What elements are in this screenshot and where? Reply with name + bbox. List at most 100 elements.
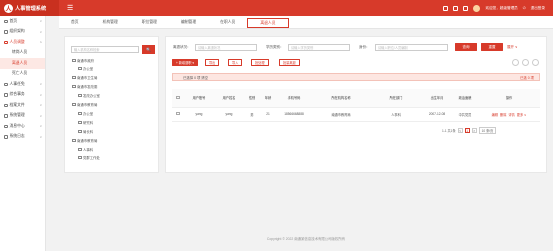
tree-node-label: 南通市政府 [77, 58, 94, 63]
power-icon[interactable]: ⏻ [523, 6, 526, 10]
chevron-icon: ∨ [39, 113, 42, 118]
fullscreen-icon[interactable] [463, 5, 469, 11]
user-greeting[interactable]: 欢迎您，超级管理员 [485, 6, 517, 11]
sidebar-item-label: 转岗人员 [12, 50, 28, 55]
tab-item[interactable]: 编制管理 [169, 16, 208, 29]
checkbox-icon[interactable] [176, 95, 180, 99]
page-number-button[interactable]: 1 [464, 128, 470, 133]
column-header: 所在机构名称 [312, 89, 370, 108]
row-action-link[interactable]: 删除 [500, 113, 506, 117]
select-all-checkbox[interactable] [172, 89, 184, 108]
sidebar-item-label: 离退人员 [12, 60, 28, 65]
app-logo: 人 [4, 3, 13, 13]
folder-icon [78, 111, 82, 115]
checkbox-icon[interactable] [176, 111, 180, 116]
tree-node-label: 办公室 [83, 67, 94, 72]
pagination-total: 1-1 共1条 [442, 129, 456, 133]
sidebar-item[interactable]: 综合事务 ∨ [0, 90, 45, 101]
table-cell: yang [184, 107, 214, 122]
tree-node[interactable]: 党群工作处 [78, 155, 100, 161]
chevron-icon: ∨ [39, 92, 42, 97]
tab-item[interactable]: 在职人员 [208, 16, 247, 29]
table-cell: 18566668888 [276, 107, 312, 122]
sidebar-item[interactable]: 组织架构 ∨ [0, 27, 45, 38]
tree-node[interactable]: 局长科 [78, 128, 93, 134]
message-icon[interactable] [453, 5, 459, 11]
tree-node-label: 南通市教育局 [77, 138, 98, 143]
sidebar-item[interactable]: 死亡人员 [0, 69, 45, 80]
chevron-icon: ∨ [39, 29, 42, 34]
column-header: 性别 [244, 89, 260, 108]
row-action-link[interactable]: 编辑 [492, 113, 498, 117]
refresh-icon[interactable] [512, 59, 519, 66]
batch-retire-button[interactable]: 批量离退 [279, 59, 300, 66]
filter-id-input[interactable]: 请输入职位/人员编制 [375, 44, 448, 51]
filter-edu-input[interactable]: 请输入学历类别 [288, 44, 350, 51]
logout-link[interactable]: 退出登录 [531, 6, 545, 11]
menu-icon [4, 82, 8, 86]
sidebar-item-label: 死亡人员 [12, 71, 28, 76]
tree-node-label: 办公室 [83, 111, 94, 116]
tree-node-label: 南通市发改委 [77, 85, 98, 90]
batch-process-button[interactable]: 批处理 [251, 59, 269, 66]
sidebar-item[interactable]: 档案文件 ∨ [0, 100, 45, 111]
filter-status-input[interactable]: 请输入离退状况 [195, 44, 257, 51]
tree-node[interactable]: 南通市教育局 [72, 137, 97, 143]
tree-node[interactable]: 南通市政府 [72, 57, 94, 63]
sidebar-item-label: 人事任免 [9, 81, 25, 86]
selection-clear-link[interactable]: 已选 0 项 [520, 75, 534, 80]
tree-node-label: 人事科 [83, 147, 94, 152]
columns-icon[interactable] [522, 59, 529, 66]
menu-toggle-icon[interactable]: ☰ [67, 4, 73, 12]
sidebar-item[interactable]: 转岗人员 [0, 48, 45, 59]
row-action-link[interactable]: 更多 ∨ [517, 113, 527, 117]
sidebar-item[interactable]: 系统管理 ∨ [0, 111, 45, 122]
org-search-input[interactable]: 输入机构名称检索 [71, 46, 139, 53]
sidebar-item[interactable]: 系统日志 ∨ [0, 132, 45, 143]
bell-icon[interactable] [443, 5, 449, 11]
sidebar-item-label: 首页 [9, 18, 18, 23]
tab-item[interactable]: 机构管理 [91, 16, 130, 29]
tree-node[interactable]: 南通市卫生局 [72, 75, 97, 81]
add-button[interactable]: + 新增退职 ▾ [172, 59, 198, 66]
brand[interactable]: 人 人事管理系统 [0, 0, 59, 16]
sidebar-item[interactable]: 消息中心 ∨ [0, 121, 45, 132]
tree-node[interactable]: 办公室 [78, 66, 93, 72]
row-checkbox-cell[interactable] [172, 107, 184, 122]
reset-button[interactable]: 重置 [481, 43, 503, 51]
row-action-link[interactable]: 详情 [508, 113, 514, 117]
sidebar-item-label: 系统日志 [9, 134, 25, 139]
tab-item[interactable]: 离退人员 [247, 18, 289, 28]
expand-filters-link[interactable]: 展开 ∨ [507, 45, 518, 50]
sidebar-item[interactable]: 离退人员 [0, 58, 45, 69]
chevron-icon: ∨ [39, 19, 42, 24]
tree-node[interactable]: 办公室 [78, 110, 93, 116]
search-button[interactable]: 查询 [455, 43, 477, 51]
tab-item[interactable]: 首页 [59, 16, 91, 29]
tree-node[interactable]: 研究科 [78, 119, 93, 125]
export-button[interactable]: 导出 [205, 59, 220, 66]
tab-item[interactable]: 职位管理 [130, 16, 169, 29]
table-cell: 中共党员 [452, 107, 478, 122]
chevron-icon: ∨ [39, 82, 42, 87]
filter-status-label: 离退状况： [173, 45, 191, 49]
tree-node-label: 党群工作处 [83, 156, 100, 161]
tab-bar: 首页 机构管理 职位管理 编制管理 在职人员 离退人员 [59, 16, 553, 29]
page-size-select[interactable]: 10 条/页 [478, 127, 497, 134]
org-search-button[interactable]: 🔍 [142, 45, 155, 54]
import-button[interactable]: 导入 [228, 59, 243, 66]
tree-node[interactable]: 南通市发改委 [72, 84, 97, 90]
menu-icon [4, 40, 8, 44]
sidebar-item[interactable]: 首页 ∨ [0, 16, 45, 27]
next-page-button[interactable]: > [471, 128, 477, 133]
sidebar-item[interactable]: 人员调整 ∧ [0, 37, 45, 48]
settings-icon[interactable] [532, 59, 539, 66]
avatar[interactable] [473, 4, 481, 12]
sidebar-item[interactable]: 人事任免 ∨ [0, 79, 45, 90]
tree-node[interactable]: 南通市教育局 [72, 102, 97, 108]
tree-node[interactable]: 人事科 [78, 146, 93, 152]
folder-icon [72, 58, 76, 62]
prev-page-button[interactable]: < [457, 128, 463, 133]
folder-icon [72, 85, 76, 89]
tree-node[interactable]: 发改办公室 [78, 93, 100, 99]
